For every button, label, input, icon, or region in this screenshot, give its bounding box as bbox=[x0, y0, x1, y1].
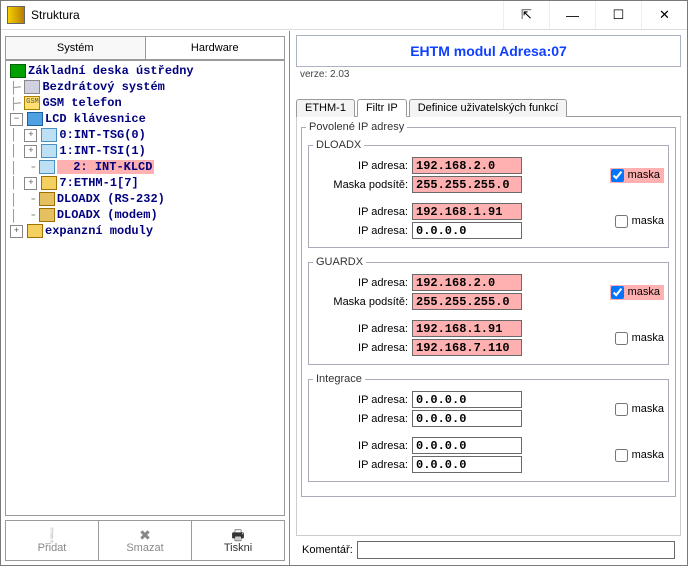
comment-input[interactable] bbox=[357, 541, 675, 559]
left-toolbar: ❕Přidat ✖Smazat 🖶Tiskni bbox=[5, 520, 285, 561]
guardx-ip3[interactable] bbox=[412, 339, 522, 356]
tree-node-expanders[interactable]: +expanzní moduly bbox=[10, 223, 282, 239]
group-dloadx: DLOADX IP adresa: Maska podsítě: maska I… bbox=[308, 139, 669, 248]
left-pane: Systém Hardware Základní deska ústředny … bbox=[1, 31, 290, 565]
keypad-icon bbox=[39, 160, 55, 174]
minimize-button[interactable]: — bbox=[549, 1, 595, 29]
collapse-icon[interactable]: − bbox=[10, 113, 23, 126]
tree-node-gsm[interactable]: ├╴GSMGSM telefon bbox=[10, 95, 282, 111]
dloadx-icon bbox=[39, 208, 55, 222]
tree-node-int-tsg[interactable]: │ + 0: INT-TSG (0) bbox=[10, 127, 282, 143]
close-button[interactable]: ✕ bbox=[641, 1, 687, 29]
guardx-ip2[interactable] bbox=[412, 320, 522, 337]
gsm-icon: GSM bbox=[24, 96, 40, 110]
dloadx-ip3[interactable] bbox=[412, 222, 522, 239]
board-icon bbox=[10, 64, 26, 78]
integ-ip3[interactable] bbox=[412, 437, 522, 454]
dloadx-mask1[interactable] bbox=[412, 176, 522, 193]
app-window: Struktura ⇱ — ☐ ✕ Systém Hardware Základ… bbox=[0, 0, 688, 566]
group-integrace: Integrace IP adresa: IP adresa: maska IP bbox=[308, 373, 669, 482]
tree-node-int-tsi[interactable]: │ + 1: INT-TSI (1) bbox=[10, 143, 282, 159]
integ-mask-check-2[interactable]: maska bbox=[615, 449, 664, 462]
print-button[interactable]: 🖶Tiskni bbox=[192, 521, 285, 561]
app-icon bbox=[7, 6, 25, 24]
left-tabbar: Systém Hardware bbox=[5, 36, 285, 60]
dloadx-mask-check-2[interactable]: maska bbox=[615, 215, 664, 228]
integ-ip1[interactable] bbox=[412, 391, 522, 408]
ethernet-icon bbox=[41, 176, 57, 190]
group-allowed-ip-legend: Povolené IP adresy bbox=[306, 121, 407, 133]
client-area: Systém Hardware Základní deska ústředny … bbox=[1, 30, 687, 565]
integ-ip4[interactable] bbox=[412, 456, 522, 473]
tree-node-int-klcd[interactable]: │ ╴ 2: INT-KLCD bbox=[10, 159, 282, 175]
right-pane: EHTM modul Adresa:07 verze: 2.03 ETHM-1 … bbox=[290, 31, 687, 565]
warning-icon: ❕ bbox=[43, 528, 60, 542]
guardx-ip1[interactable] bbox=[412, 274, 522, 291]
expand-icon[interactable]: + bbox=[24, 145, 37, 158]
dloadx-mask-check-1[interactable]: maska bbox=[610, 168, 664, 183]
label-ip: IP adresa: bbox=[313, 323, 412, 335]
add-button[interactable]: ❕Přidat bbox=[5, 521, 99, 561]
guardx-mask-check-2[interactable]: maska bbox=[615, 332, 664, 345]
module-header: EHTM modul Adresa:07 bbox=[296, 35, 681, 67]
guardx-mask-check-1[interactable]: maska bbox=[610, 285, 664, 300]
label-ip: IP adresa: bbox=[313, 342, 412, 354]
label-mask: Maska podsítě: bbox=[313, 179, 412, 191]
dloadx-ip1[interactable] bbox=[412, 157, 522, 174]
guardx-mask1[interactable] bbox=[412, 293, 522, 310]
label-ip: IP adresa: bbox=[313, 440, 412, 452]
tab-ethm1[interactable]: ETHM-1 bbox=[296, 99, 355, 117]
expand-icon[interactable]: + bbox=[10, 225, 23, 238]
expander-icon bbox=[27, 224, 43, 238]
tab-hardware[interactable]: Hardware bbox=[146, 37, 285, 59]
tree-node-ethm1[interactable]: │ + 7: ETHM-1 [7] bbox=[10, 175, 282, 191]
tab-user-functions[interactable]: Definice uživatelských funkcí bbox=[409, 99, 568, 117]
group-guardx: GUARDX IP adresa: Maska podsítě: maska I… bbox=[308, 256, 669, 365]
keypad-icon bbox=[41, 144, 57, 158]
integ-ip2[interactable] bbox=[412, 410, 522, 427]
label-ip: IP adresa: bbox=[313, 394, 412, 406]
comment-row: Komentář: bbox=[296, 536, 681, 565]
tree-node-lcd[interactable]: −LCD klávesnice bbox=[10, 111, 282, 127]
dloadx-ip2[interactable] bbox=[412, 203, 522, 220]
device-tree[interactable]: Základní deska ústředny ├╴Bezdrátový sys… bbox=[5, 60, 285, 516]
titlebar: Struktura ⇱ — ☐ ✕ bbox=[1, 1, 687, 30]
tree-node-dloadx-rs232[interactable]: │ ╴DLOADX (RS-232) bbox=[10, 191, 282, 207]
dloadx-icon bbox=[39, 192, 55, 206]
expand-icon[interactable]: + bbox=[24, 177, 37, 190]
tab-system[interactable]: Systém bbox=[6, 37, 146, 59]
restore-down-icon[interactable]: ⇱ bbox=[503, 1, 549, 29]
tree-node-wireless[interactable]: ├╴Bezdrátový systém bbox=[10, 79, 282, 95]
filter-ip-pane: Povolené IP adresy DLOADX IP adresa: Mas… bbox=[296, 117, 681, 536]
integ-mask-check-1[interactable]: maska bbox=[615, 403, 664, 416]
tree-node-dloadx-modem[interactable]: │ ╴DLOADX (modem) bbox=[10, 207, 282, 223]
label-ip: IP adresa: bbox=[313, 206, 412, 218]
group-dloadx-legend: DLOADX bbox=[313, 139, 364, 151]
expand-icon[interactable]: + bbox=[24, 129, 37, 142]
lcd-icon bbox=[27, 112, 43, 126]
delete-button[interactable]: ✖Smazat bbox=[99, 521, 192, 561]
comment-label: Komentář: bbox=[302, 544, 357, 556]
wireless-icon bbox=[24, 80, 40, 94]
right-tabbar: ETHM-1 Filtr IP Definice uživatelských f… bbox=[296, 98, 681, 117]
label-ip: IP adresa: bbox=[313, 225, 412, 237]
version-label: verze: 2.03 bbox=[300, 69, 681, 80]
group-integrace-legend: Integrace bbox=[313, 373, 365, 385]
tree-node-mainboard[interactable]: Základní deska ústředny bbox=[10, 63, 282, 79]
maximize-button[interactable]: ☐ bbox=[595, 1, 641, 29]
keypad-icon bbox=[41, 128, 57, 142]
x-icon: ✖ bbox=[139, 528, 151, 542]
group-allowed-ip: Povolené IP adresy DLOADX IP adresa: Mas… bbox=[301, 121, 676, 497]
label-ip: IP adresa: bbox=[313, 459, 412, 471]
tab-filtr-ip[interactable]: Filtr IP bbox=[357, 99, 407, 117]
window-title: Struktura bbox=[31, 8, 80, 22]
label-mask: Maska podsítě: bbox=[313, 296, 412, 308]
label-ip: IP adresa: bbox=[313, 413, 412, 425]
printer-icon: 🖶 bbox=[231, 528, 244, 542]
group-guardx-legend: GUARDX bbox=[313, 256, 366, 268]
module-title: EHTM modul Adresa:07 bbox=[410, 43, 567, 59]
label-ip: IP adresa: bbox=[313, 277, 412, 289]
label-ip: IP adresa: bbox=[313, 160, 412, 172]
